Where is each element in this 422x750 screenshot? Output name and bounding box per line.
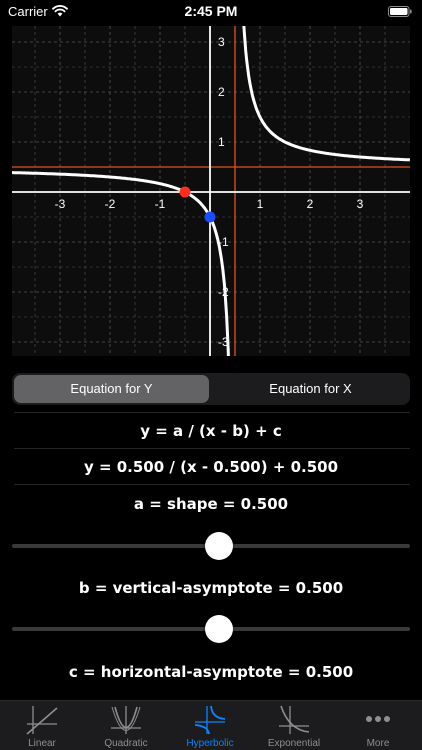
status-bar: Carrier 2:45 PM [0,0,422,24]
x-tick-label: -1 [155,197,166,211]
tab-label: More [366,738,390,749]
divider [14,484,410,485]
b-parameter-label: b = vertical-asymptote = 0.500 [78,579,344,597]
curve-right-branch [242,26,410,162]
hyperbola-curve [12,26,410,356]
status-time: 2:45 PM [184,3,238,19]
hyperbola-plot: -3 -2 -1 1 2 3321-1-2-3 [12,26,410,356]
tab-more[interactable]: More [336,701,420,750]
tab-equation-for-x[interactable]: Equation for X [213,375,408,403]
x-tick-label: 2 [307,197,314,211]
tab-linear[interactable]: Linear [0,701,84,750]
tab-bar: Linear Quadratic Hyperbolic Exponential [0,700,422,750]
slider-thumb[interactable] [204,615,233,643]
x-tick-label: 3 [357,197,364,211]
tab-label: Quadratic [104,738,148,749]
axes [12,26,410,356]
x-tick-label: -2 [105,197,116,211]
y-intercept-point [204,211,216,223]
slider-thumb[interactable] [204,532,233,560]
divider [14,412,410,413]
b-vertical-asymptote-slider[interactable] [12,614,410,644]
tab-exponential[interactable]: Exponential [252,701,336,750]
tab-label: Exponential [267,738,321,749]
tab-hyperbolic[interactable]: Hyperbolic [168,701,252,750]
curve-left-branch [12,171,230,356]
tab-quadratic[interactable]: Quadratic [84,701,168,750]
tab-label: Linear [28,738,56,749]
x-tick-label: -3 [55,197,66,211]
exponential-icon [279,705,310,734]
x-intercept-point [179,186,191,198]
a-parameter-label: a = shape = 0.500 [133,495,289,513]
equation-mode-segmented-control[interactable]: Equation for Y Equation for X [12,373,410,405]
a-shape-slider[interactable] [12,531,410,561]
hyperbola-icon [194,705,226,735]
asymptotes [12,26,410,356]
more-dots-icon [366,716,390,722]
c-parameter-label: c = horizontal-asymptote = 0.500 [68,663,354,681]
current-equation: y = 0.500 / (x - 0.500) + 0.500 [83,458,339,476]
parabola-icon [111,706,141,734]
tab-equation-for-y[interactable]: Equation for Y [14,375,209,403]
tab-label: Hyperbolic [186,738,234,749]
grid-lines [12,26,410,356]
y-tick-label: 3 [218,35,225,49]
battery-icon [388,6,412,17]
divider [14,448,410,449]
x-tick-label: 1 [257,197,264,211]
general-equation: y = a / (x - b) + c [140,422,282,440]
y-tick-label: 2 [218,85,225,99]
linear-graph-icon [26,706,58,735]
graph-canvas[interactable]: -3 -2 -1 1 2 3 3 2 1 -1 -2 -3 [12,26,410,356]
y-tick-label: 1 [218,135,225,149]
